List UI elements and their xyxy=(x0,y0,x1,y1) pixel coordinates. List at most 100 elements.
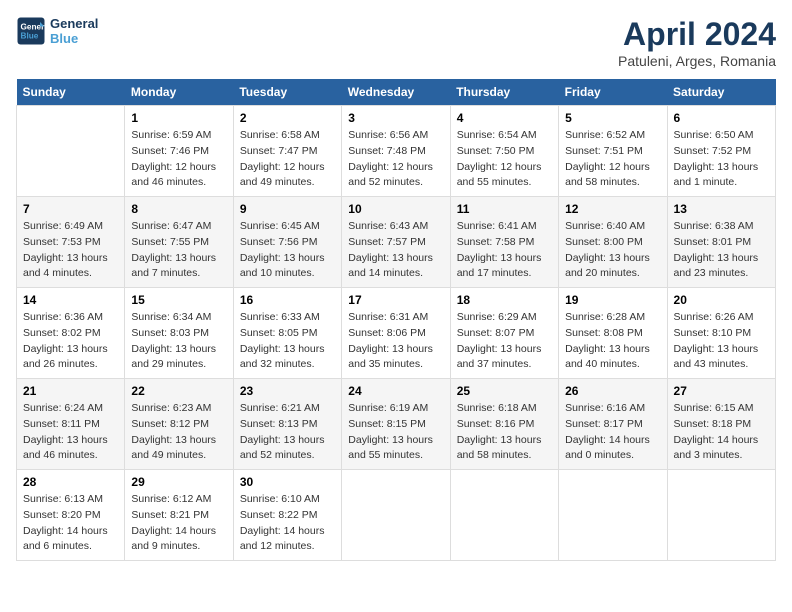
day-number: 20 xyxy=(674,293,769,307)
calendar-cell: 1 Sunrise: 6:59 AM Sunset: 7:46 PM Daylig… xyxy=(125,106,233,197)
calendar-cell: 23 Sunrise: 6:21 AM Sunset: 8:13 PM Dayli… xyxy=(233,379,341,470)
subtitle: Patuleni, Arges, Romania xyxy=(618,53,776,69)
day-info: Sunrise: 6:49 AM Sunset: 7:53 PM Dayligh… xyxy=(23,219,118,282)
day-number: 13 xyxy=(674,202,769,216)
day-number: 12 xyxy=(565,202,660,216)
day-number: 3 xyxy=(348,111,443,125)
calendar-week-0: 1 Sunrise: 6:59 AM Sunset: 7:46 PM Daylig… xyxy=(17,106,776,197)
day-info: Sunrise: 6:47 AM Sunset: 7:55 PM Dayligh… xyxy=(131,219,226,282)
day-info: Sunrise: 6:23 AM Sunset: 8:12 PM Dayligh… xyxy=(131,401,226,464)
day-number: 11 xyxy=(457,202,552,216)
day-info: Sunrise: 6:31 AM Sunset: 8:06 PM Dayligh… xyxy=(348,310,443,373)
day-info: Sunrise: 6:21 AM Sunset: 8:13 PM Dayligh… xyxy=(240,401,335,464)
calendar-cell xyxy=(17,106,125,197)
day-number: 29 xyxy=(131,475,226,489)
logo-icon: General Blue xyxy=(16,16,46,46)
calendar-cell: 15 Sunrise: 6:34 AM Sunset: 8:03 PM Dayli… xyxy=(125,288,233,379)
calendar-header-row: SundayMondayTuesdayWednesdayThursdayFrid… xyxy=(17,79,776,106)
calendar-cell: 11 Sunrise: 6:41 AM Sunset: 7:58 PM Dayli… xyxy=(450,197,558,288)
calendar-body: 1 Sunrise: 6:59 AM Sunset: 7:46 PM Daylig… xyxy=(17,106,776,561)
calendar-cell: 20 Sunrise: 6:26 AM Sunset: 8:10 PM Dayli… xyxy=(667,288,775,379)
calendar-week-2: 14 Sunrise: 6:36 AM Sunset: 8:02 PM Dayli… xyxy=(17,288,776,379)
calendar-cell xyxy=(342,470,450,561)
day-info: Sunrise: 6:59 AM Sunset: 7:46 PM Dayligh… xyxy=(131,128,226,191)
calendar-cell: 16 Sunrise: 6:33 AM Sunset: 8:05 PM Dayli… xyxy=(233,288,341,379)
day-info: Sunrise: 6:45 AM Sunset: 7:56 PM Dayligh… xyxy=(240,219,335,282)
svg-text:Blue: Blue xyxy=(21,32,39,41)
day-number: 18 xyxy=(457,293,552,307)
calendar-cell: 17 Sunrise: 6:31 AM Sunset: 8:06 PM Dayli… xyxy=(342,288,450,379)
day-info: Sunrise: 6:29 AM Sunset: 8:07 PM Dayligh… xyxy=(457,310,552,373)
calendar-cell: 3 Sunrise: 6:56 AM Sunset: 7:48 PM Daylig… xyxy=(342,106,450,197)
day-number: 1 xyxy=(131,111,226,125)
page-title: April 2024 xyxy=(618,16,776,53)
calendar-cell: 6 Sunrise: 6:50 AM Sunset: 7:52 PM Daylig… xyxy=(667,106,775,197)
day-info: Sunrise: 6:40 AM Sunset: 8:00 PM Dayligh… xyxy=(565,219,660,282)
day-info: Sunrise: 6:38 AM Sunset: 8:01 PM Dayligh… xyxy=(674,219,769,282)
day-number: 21 xyxy=(23,384,118,398)
day-number: 19 xyxy=(565,293,660,307)
day-number: 8 xyxy=(131,202,226,216)
day-number: 7 xyxy=(23,202,118,216)
day-number: 28 xyxy=(23,475,118,489)
day-info: Sunrise: 6:15 AM Sunset: 8:18 PM Dayligh… xyxy=(674,401,769,464)
day-number: 23 xyxy=(240,384,335,398)
day-number: 26 xyxy=(565,384,660,398)
calendar-cell: 29 Sunrise: 6:12 AM Sunset: 8:21 PM Dayli… xyxy=(125,470,233,561)
day-info: Sunrise: 6:56 AM Sunset: 7:48 PM Dayligh… xyxy=(348,128,443,191)
day-number: 17 xyxy=(348,293,443,307)
day-number: 9 xyxy=(240,202,335,216)
calendar-cell: 14 Sunrise: 6:36 AM Sunset: 8:02 PM Dayli… xyxy=(17,288,125,379)
day-info: Sunrise: 6:19 AM Sunset: 8:15 PM Dayligh… xyxy=(348,401,443,464)
day-info: Sunrise: 6:10 AM Sunset: 8:22 PM Dayligh… xyxy=(240,492,335,555)
day-info: Sunrise: 6:43 AM Sunset: 7:57 PM Dayligh… xyxy=(348,219,443,282)
weekday-header-friday: Friday xyxy=(559,79,667,106)
logo: General Blue General Blue xyxy=(16,16,98,46)
day-number: 30 xyxy=(240,475,335,489)
day-number: 10 xyxy=(348,202,443,216)
calendar-cell: 28 Sunrise: 6:13 AM Sunset: 8:20 PM Dayli… xyxy=(17,470,125,561)
calendar-cell: 10 Sunrise: 6:43 AM Sunset: 7:57 PM Dayli… xyxy=(342,197,450,288)
day-info: Sunrise: 6:52 AM Sunset: 7:51 PM Dayligh… xyxy=(565,128,660,191)
day-info: Sunrise: 6:18 AM Sunset: 8:16 PM Dayligh… xyxy=(457,401,552,464)
day-number: 5 xyxy=(565,111,660,125)
day-number: 24 xyxy=(348,384,443,398)
day-number: 22 xyxy=(131,384,226,398)
calendar-cell: 13 Sunrise: 6:38 AM Sunset: 8:01 PM Dayli… xyxy=(667,197,775,288)
day-info: Sunrise: 6:50 AM Sunset: 7:52 PM Dayligh… xyxy=(674,128,769,191)
calendar-cell: 26Sunrise: 6:16 AM Sunset: 8:17 PM Dayli… xyxy=(559,379,667,470)
title-area: April 2024 Patuleni, Arges, Romania xyxy=(618,16,776,69)
day-info: Sunrise: 6:28 AM Sunset: 8:08 PM Dayligh… xyxy=(565,310,660,373)
day-info: Sunrise: 6:13 AM Sunset: 8:20 PM Dayligh… xyxy=(23,492,118,555)
calendar-cell xyxy=(559,470,667,561)
weekday-header-sunday: Sunday xyxy=(17,79,125,106)
calendar-cell: 21 Sunrise: 6:24 AM Sunset: 8:11 PM Dayli… xyxy=(17,379,125,470)
calendar-table: SundayMondayTuesdayWednesdayThursdayFrid… xyxy=(16,79,776,561)
calendar-cell xyxy=(667,470,775,561)
day-info: Sunrise: 6:34 AM Sunset: 8:03 PM Dayligh… xyxy=(131,310,226,373)
day-number: 16 xyxy=(240,293,335,307)
day-info: Sunrise: 6:24 AM Sunset: 8:11 PM Dayligh… xyxy=(23,401,118,464)
day-number: 4 xyxy=(457,111,552,125)
day-number: 6 xyxy=(674,111,769,125)
day-number: 2 xyxy=(240,111,335,125)
day-number: 15 xyxy=(131,293,226,307)
calendar-cell: 24 Sunrise: 6:19 AM Sunset: 8:15 PM Dayli… xyxy=(342,379,450,470)
day-info: Sunrise: 6:12 AM Sunset: 8:21 PM Dayligh… xyxy=(131,492,226,555)
calendar-cell: 8 Sunrise: 6:47 AM Sunset: 7:55 PM Daylig… xyxy=(125,197,233,288)
logo-text: General Blue xyxy=(50,16,98,46)
day-number: 25 xyxy=(457,384,552,398)
calendar-cell xyxy=(450,470,558,561)
day-number: 27 xyxy=(674,384,769,398)
day-info: Sunrise: 6:26 AM Sunset: 8:10 PM Dayligh… xyxy=(674,310,769,373)
day-info: Sunrise: 6:41 AM Sunset: 7:58 PM Dayligh… xyxy=(457,219,552,282)
day-info: Sunrise: 6:33 AM Sunset: 8:05 PM Dayligh… xyxy=(240,310,335,373)
weekday-header-wednesday: Wednesday xyxy=(342,79,450,106)
day-number: 14 xyxy=(23,293,118,307)
weekday-header-monday: Monday xyxy=(125,79,233,106)
calendar-cell: 27 Sunrise: 6:15 AM Sunset: 8:18 PM Dayli… xyxy=(667,379,775,470)
header: General Blue General Blue April 2024 Pat… xyxy=(16,16,776,69)
svg-text:General: General xyxy=(21,23,47,32)
calendar-cell: 12 Sunrise: 6:40 AM Sunset: 8:00 PM Dayli… xyxy=(559,197,667,288)
day-info: Sunrise: 6:36 AM Sunset: 8:02 PM Dayligh… xyxy=(23,310,118,373)
